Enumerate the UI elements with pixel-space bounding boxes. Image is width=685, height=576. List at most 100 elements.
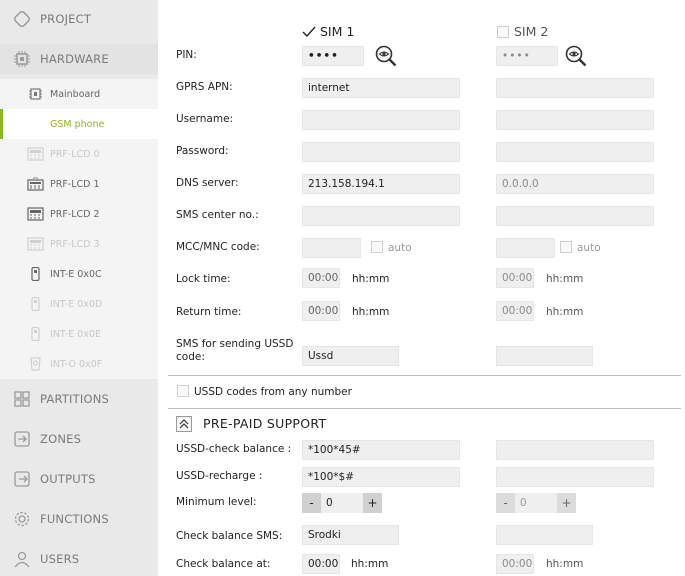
sidebar-item-prf-lcd-1[interactable]: PRF-LCD 1 <box>0 169 158 199</box>
sim2-sms-center-field[interactable] <box>496 206 654 226</box>
sim2-lock-time-field[interactable]: 00:00 <box>496 268 534 288</box>
keypad-icon <box>27 237 44 251</box>
sim2-gprs-apn-field[interactable] <box>496 78 654 98</box>
ussd-any-number-label: USSD codes from any number <box>194 386 352 398</box>
nav-project[interactable]: PROJECT <box>0 4 158 34</box>
output-module-icon <box>30 357 41 371</box>
sim1-ussd-check-balance-field[interactable]: *100*45# <box>302 440 460 460</box>
sim1-sms-ussd-field[interactable]: Ussd <box>302 346 399 366</box>
module-icon <box>31 297 40 311</box>
sim2-checkbox[interactable] <box>497 26 509 38</box>
return-time-label: Return time: <box>176 306 242 318</box>
sim2-check-balance-at-unit: hh:mm <box>546 558 584 570</box>
sim2-check-balance-at-field[interactable]: 00:00 <box>496 554 534 574</box>
nav-hardware[interactable]: HARDWARE <box>0 44 158 74</box>
sim1-checkmark-icon[interactable] <box>302 26 316 38</box>
sim2-username-field[interactable] <box>496 110 654 130</box>
sim1-username-field[interactable] <box>302 110 460 130</box>
sim2-password-field[interactable] <box>496 142 654 162</box>
sim1-check-balance-at-unit: hh:mm <box>351 558 389 570</box>
sim2-pin-field[interactable]: •••• <box>496 46 558 66</box>
sidebar-item-int-o-0x0f[interactable]: INT-O 0x0F <box>0 349 158 379</box>
sim2-minimum-level-field[interactable]: 0 <box>515 493 557 513</box>
double-chevron-up-icon <box>179 419 189 429</box>
sim2-increment-button[interactable]: + <box>557 493 576 513</box>
sim1-minimum-level-field[interactable]: 0 <box>321 493 363 513</box>
sim1-auto-checkbox[interactable] <box>371 241 383 253</box>
prepaid-section-title: PRE-PAID SUPPORT <box>203 416 327 431</box>
sidebar-item-prf-lcd-0[interactable]: PRF-LCD 0 <box>0 139 158 169</box>
sim1-ussd-recharge-field[interactable]: *100*$# <box>302 467 460 487</box>
nav-zones[interactable]: ZONES <box>0 424 158 454</box>
sim2-dns-server-field[interactable]: 0.0.0.0 <box>496 174 654 194</box>
nav-partitions[interactable]: PARTITIONS <box>0 384 158 414</box>
sidebar-item-label: INT-E 0x0E <box>50 328 102 340</box>
nav-functions[interactable]: FUNCTIONS <box>0 504 158 534</box>
sidebar: PROJECT HARDWARE Mainboard GSM phone PRF… <box>0 0 158 576</box>
sim1-sms-center-field[interactable] <box>302 206 460 226</box>
sms-center-label: SMS center no.: <box>176 209 259 221</box>
sidebar-item-int-e-0x0e[interactable]: INT-E 0x0E <box>0 319 158 349</box>
check-balance-sms-label: Check balance SMS: <box>176 530 283 542</box>
nav-users-label: USERS <box>40 552 80 566</box>
project-icon <box>14 11 30 27</box>
sim2-ussd-recharge-field[interactable] <box>496 467 654 487</box>
sidebar-item-int-e-0x0c[interactable]: INT-E 0x0C <box>0 259 158 289</box>
gsm-settings-panel: SIM 1 SIM 2 PIN: •••• •••• GPRS APN: int… <box>158 0 685 576</box>
sim1-lock-time-field[interactable]: 00:00 <box>302 268 340 288</box>
outputs-icon <box>14 471 30 487</box>
sim2-return-time-field[interactable]: 00:00 <box>496 301 534 321</box>
nav-users[interactable]: USERS <box>0 544 158 574</box>
keypad-icon <box>27 147 44 161</box>
sidebar-item-gsm-phone[interactable]: GSM phone <box>0 109 158 139</box>
ussd-any-number-checkbox[interactable] <box>177 385 189 397</box>
keypad-wireless-icon <box>27 177 44 191</box>
sim1-password-field[interactable] <box>302 142 460 162</box>
mainboard-icon <box>29 88 42 100</box>
sim1-auto-label: auto <box>388 242 412 254</box>
sim1-lock-time-unit: hh:mm <box>352 273 390 285</box>
sim2-decrement-button[interactable]: - <box>496 493 515 513</box>
sim1-dns-server-field[interactable]: 213.158.194.1 <box>302 174 460 194</box>
sim2-auto-checkbox[interactable] <box>560 241 572 253</box>
lock-time-label: Lock time: <box>176 273 231 285</box>
sidebar-item-label: INT-E 0x0D <box>50 298 103 310</box>
nav-functions-label: FUNCTIONS <box>40 512 109 526</box>
sim1-return-time-field[interactable]: 00:00 <box>302 301 340 321</box>
sim1-mcc-mnc-field[interactable] <box>302 238 361 258</box>
sim2-sms-ussd-field[interactable] <box>496 346 593 366</box>
sidebar-item-prf-lcd-2[interactable]: PRF-LCD 2 <box>0 199 158 229</box>
sim1-check-balance-sms-field[interactable]: Srodki <box>302 525 399 545</box>
sidebar-item-prf-lcd-3[interactable]: PRF-LCD 3 <box>0 229 158 259</box>
sim2-check-balance-sms-field[interactable] <box>496 525 593 545</box>
gprs-apn-label: GPRS APN: <box>176 81 233 93</box>
show-password-icon[interactable] <box>374 44 398 68</box>
sim2-mcc-mnc-field[interactable] <box>496 238 555 258</box>
sim1-pin-field[interactable]: •••• <box>302 46 364 66</box>
show-password-icon[interactable] <box>564 44 588 68</box>
user-icon <box>14 551 30 568</box>
divider <box>168 375 681 376</box>
sim1-decrement-button[interactable]: - <box>302 493 321 513</box>
check-balance-at-label: Check balance at: <box>176 558 271 570</box>
sidebar-item-int-e-0x0d[interactable]: INT-E 0x0D <box>0 289 158 319</box>
username-label: Username: <box>176 113 234 125</box>
sim1-check-balance-at-field[interactable]: 00:00 <box>302 554 340 574</box>
sim1-gprs-apn-field[interactable]: internet <box>302 78 460 98</box>
sim2-return-time-unit: hh:mm <box>546 306 584 318</box>
nav-zones-label: ZONES <box>40 432 82 446</box>
sim2-ussd-check-balance-field[interactable] <box>496 440 654 460</box>
collapse-prepaid-button[interactable] <box>176 416 192 432</box>
sidebar-item-label: INT-E 0x0C <box>50 268 102 280</box>
sms-ussd-label-line1: SMS for sending USSD <box>176 338 294 350</box>
nav-outputs-label: OUTPUTS <box>40 472 96 486</box>
sidebar-item-label: Mainboard <box>50 88 101 100</box>
sidebar-item-mainboard[interactable]: Mainboard <box>0 79 158 109</box>
sms-ussd-label-line2: code: <box>176 351 205 363</box>
nav-project-label: PROJECT <box>40 12 92 26</box>
sim1-increment-button[interactable]: + <box>363 493 382 513</box>
sim2-header: SIM 2 <box>514 24 549 39</box>
keypad-icon <box>27 207 44 221</box>
sim1-header: SIM 1 <box>320 24 355 39</box>
nav-outputs[interactable]: OUTPUTS <box>0 464 158 494</box>
